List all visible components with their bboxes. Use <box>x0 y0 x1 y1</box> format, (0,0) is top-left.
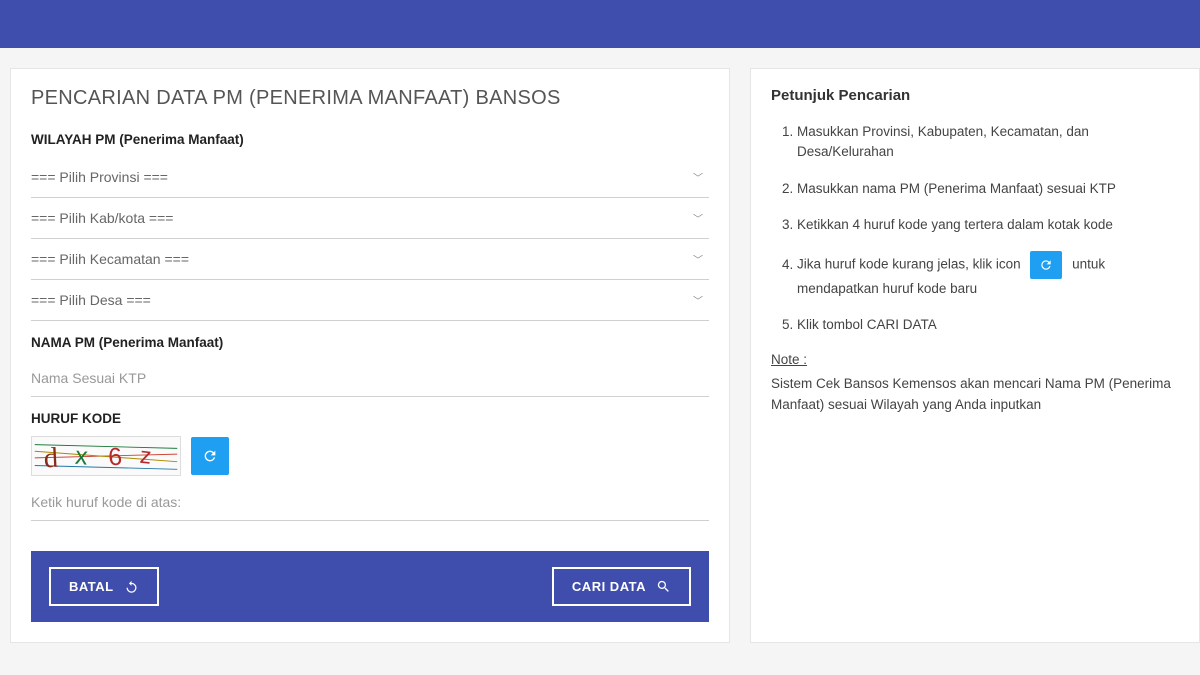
chevron-down-icon: ﹀ <box>693 293 703 308</box>
cari-label: CARI DATA <box>572 579 646 594</box>
instructions-title: Petunjuk Pencarian <box>771 87 1179 104</box>
chevron-down-icon: ﹀ <box>693 170 703 185</box>
reset-icon <box>124 579 139 594</box>
kode-label: HURUF KODE <box>31 411 709 426</box>
instruction-item: Klik tombol CARI DATA <box>797 315 1179 335</box>
instruction-list: Masukkan Provinsi, Kabupaten, Kecamatan,… <box>771 122 1179 336</box>
cari-data-button[interactable]: CARI DATA <box>552 567 691 606</box>
svg-text:d: d <box>43 443 59 475</box>
select-provinsi-value: === Pilih Provinsi === <box>31 169 168 185</box>
instruction-item: Jika huruf kode kurang jelas, klik icon … <box>797 251 1179 299</box>
svg-text:6: 6 <box>107 444 123 472</box>
instruction-item: Ketikkan 4 huruf kode yang tertera dalam… <box>797 215 1179 235</box>
top-nav-bar <box>0 0 1200 48</box>
instruction-item: Masukkan nama PM (Penerima Manfaat) sesu… <box>797 179 1179 199</box>
wilayah-label: WILAYAH PM (Penerima Manfaat) <box>31 132 709 147</box>
select-desa-value: === Pilih Desa === <box>31 292 151 308</box>
select-kecamatan[interactable]: === Pilih Kecamatan === ﹀ <box>31 239 709 280</box>
nama-label: NAMA PM (Penerima Manfaat) <box>31 335 709 350</box>
select-kabkota[interactable]: === Pilih Kab/kota === ﹀ <box>31 198 709 239</box>
svg-text:z: z <box>139 442 153 469</box>
instruction-item: Masukkan Provinsi, Kabupaten, Kecamatan,… <box>797 122 1179 163</box>
instructions-panel: Petunjuk Pencarian Masukkan Provinsi, Ka… <box>750 68 1200 643</box>
captcha-input[interactable] <box>31 484 709 521</box>
select-kecamatan-value: === Pilih Kecamatan === <box>31 251 189 267</box>
note-label: Note : <box>771 352 1179 367</box>
search-panel: PENCARIAN DATA PM (PENERIMA MANFAAT) BAN… <box>10 68 730 643</box>
chevron-down-icon: ﹀ <box>693 252 703 267</box>
page-title: PENCARIAN DATA PM (PENERIMA MANFAAT) BAN… <box>31 87 709 110</box>
search-icon <box>656 579 671 594</box>
captcha-image: d x 6 z <box>31 436 181 476</box>
nama-input[interactable] <box>31 360 709 397</box>
select-kabkota-value: === Pilih Kab/kota === <box>31 210 173 226</box>
batal-button[interactable]: BATAL <box>49 567 159 606</box>
chevron-down-icon: ﹀ <box>693 211 703 226</box>
note-text: Sistem Cek Bansos Kemensos akan mencari … <box>771 373 1179 416</box>
action-bar: BATAL CARI DATA <box>31 551 709 622</box>
select-provinsi[interactable]: === Pilih Provinsi === ﹀ <box>31 157 709 198</box>
refresh-icon <box>202 448 218 464</box>
captcha-refresh-button[interactable] <box>191 437 229 475</box>
select-desa[interactable]: === Pilih Desa === ﹀ <box>31 280 709 321</box>
inline-refresh-icon <box>1030 251 1062 279</box>
batal-label: BATAL <box>69 579 114 594</box>
